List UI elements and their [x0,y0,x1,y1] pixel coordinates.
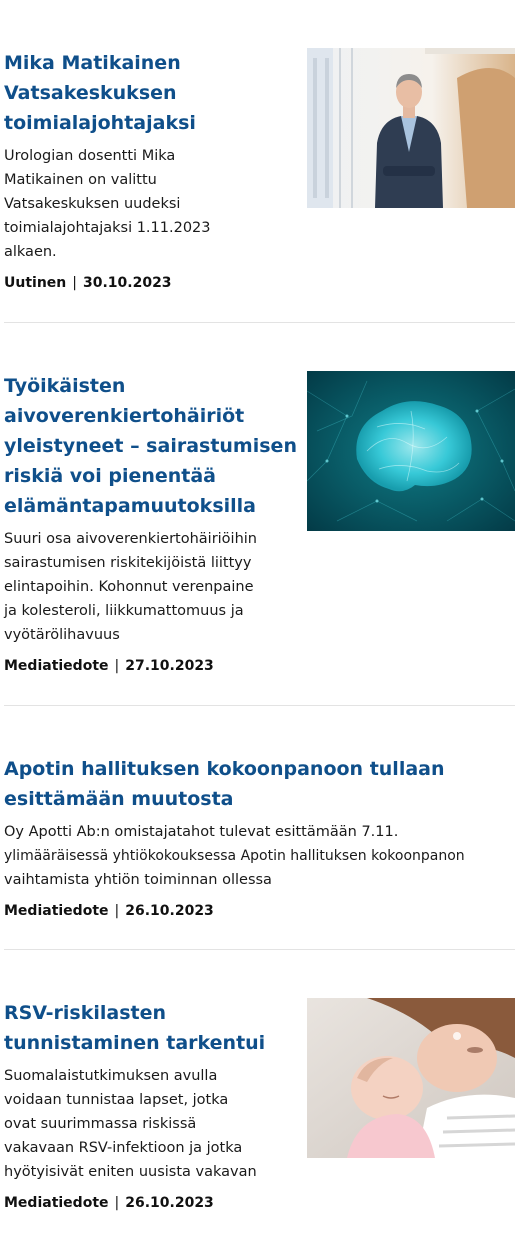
excerpt-line: alkaen. [4,244,57,260]
brain-network-icon [307,371,515,531]
news-title-line: riskiä voi pienentää [4,465,217,487]
news-title-line: Työikäisten [4,375,126,397]
excerpt-line: Vatsakeskuksen uudeksi [4,196,181,212]
news-title-line: Apotin hallituksen kokoonpanoon tullaan [4,758,445,780]
news-title-line: yleistyneet – sairastumisen [4,435,297,457]
news-thumbnail-brain[interactable] [307,371,515,531]
news-title-link[interactable]: Mika Matikainen Vatsakeskuksen toimialaj… [4,48,294,138]
meta-separator: | [114,658,120,674]
news-type: Mediatiedote [4,1195,109,1211]
news-divider [4,705,515,706]
news-title-link[interactable]: RSV-riskilasten tunnistaminen tarkentui [4,998,294,1058]
meta-separator: | [72,275,77,291]
excerpt-line: toimialajohtajaksi 1.11.2023 [4,220,211,236]
news-title-line: elämäntapamuutoksilla [4,495,256,517]
news-excerpt: Suomalaistutkimuksen avulla voidaan tunn… [4,1064,294,1184]
news-date: 27.10.2023 [125,658,214,674]
news-excerpt: Suuri osa aivoverenkiertohäiriöihin sair… [4,527,299,647]
excerpt-line: elintapoihin. Kohonnut verenpaine [4,579,254,595]
excerpt-line: Suomalaistutkimuksen avulla [4,1068,218,1084]
excerpt-line: ja kolesteroli, liikkumattomuus ja [4,603,244,619]
excerpt-line: Oy Apotti Ab:n omistajatahot tulevat esi… [4,824,399,840]
news-item: Apotin hallituksen kokoonpanoon tullaan … [4,754,515,921]
mother-baby-photo-icon [307,998,515,1158]
meta-separator: | [114,903,120,919]
excerpt-line: ovat suurimmassa riskissä [4,1116,197,1132]
news-date: 26.10.2023 [125,1195,214,1211]
news-thumbnail-mother-baby[interactable] [307,998,515,1158]
news-meta: Mediatiedote | 27.10.2023 [4,656,515,676]
excerpt-line: voidaan tunnistaa lapset, jotka [4,1092,229,1108]
news-type: Uutinen [4,275,67,291]
excerpt-line: hyötyisivät eniten uusista vakavan [4,1164,257,1180]
excerpt-line: sairastumisen riskitekijöistä liittyy [4,555,252,571]
news-meta: Uutinen | 30.10.2023 [4,273,515,293]
news-excerpt: Oy Apotti Ab:n omistajatahot tulevat esi… [4,820,515,892]
news-type: Mediatiedote [4,658,109,674]
excerpt-line: vyötärölihavuus [4,627,120,643]
excerpt-line: Urologian dosentti Mika [4,148,176,164]
meta-separator: | [114,1195,120,1211]
news-title-link[interactable]: Apotin hallituksen kokoonpanoon tullaan … [4,754,515,814]
news-date: 26.10.2023 [125,903,214,919]
news-meta: Mediatiedote | 26.10.2023 [4,1193,515,1213]
news-title-line: aivoverenkiertohäiriöt [4,405,245,427]
news-title-line: RSV-riskilasten [4,1002,167,1024]
news-title-line: Mika Matikainen [4,52,181,74]
news-title-line: tunnistaminen tarkentui [4,1032,266,1054]
excerpt-line: vakavaan RSV-infektioon ja jotka [4,1140,243,1156]
excerpt-line: vaihtamista yhtiön toiminnan ollessa [4,872,272,888]
news-thumbnail-portrait[interactable] [307,48,515,208]
news-type: Mediatiedote [4,903,109,919]
excerpt-line: Matikainen on valittu [4,172,157,188]
excerpt-line: ylimääräisessä yhtiökokouksessa Apotin h… [4,848,465,864]
news-title-line: toimialajohtajaksi [4,112,196,134]
news-excerpt: Urologian dosentti Mika Matikainen on va… [4,144,294,264]
news-title-link[interactable]: Työikäisten aivoverenkiertohäiriöt yleis… [4,371,299,521]
news-title-line: esittämään muutosta [4,788,234,810]
news-meta: Mediatiedote | 26.10.2023 [4,901,515,921]
portrait-photo-icon [307,48,515,208]
news-date: 30.10.2023 [82,275,172,291]
news-divider [4,949,515,950]
news-divider [4,322,515,323]
excerpt-line: Suuri osa aivoverenkiertohäiriöihin [4,531,257,547]
news-title-line: Vatsakeskuksen [4,82,177,104]
